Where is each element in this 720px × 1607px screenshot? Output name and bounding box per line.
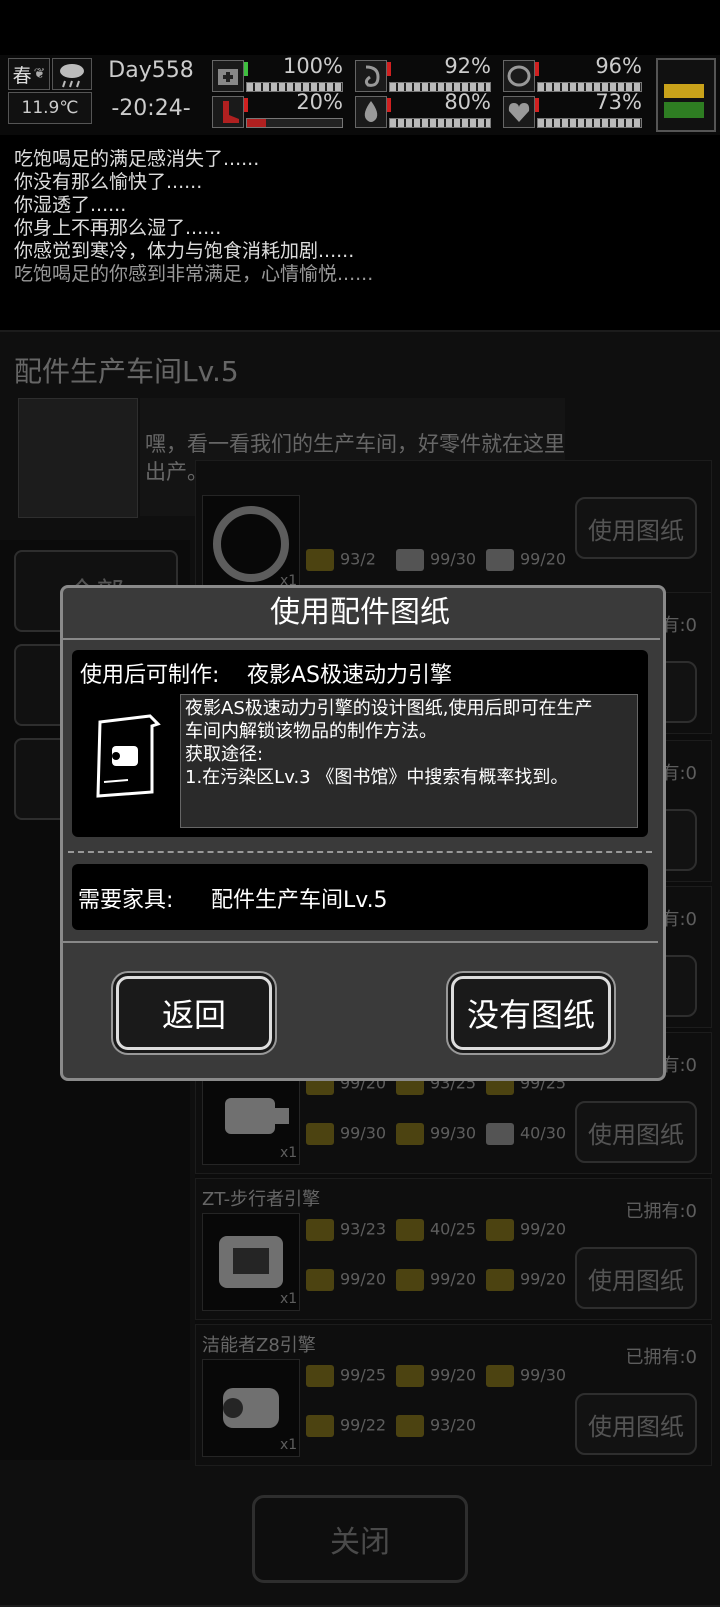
- heart-icon: [503, 96, 535, 128]
- pot-icon: [503, 60, 535, 92]
- log-line: 吃饱喝足的你感到非常满足，心情愉悦......: [14, 263, 374, 285]
- blueprint-description: 夜影AS极速动力引擎的设计图纸,使用后即可在生产 车间内解锁该物品的制作方法。 …: [180, 694, 638, 828]
- leaf-icon: ❦: [33, 66, 46, 82]
- medkit-icon: [212, 60, 244, 92]
- stamina-value: 20%: [296, 90, 343, 114]
- down-arrow-icon: [244, 98, 248, 112]
- modal-divider: [62, 941, 658, 943]
- back-button[interactable]: 返回: [116, 976, 272, 1050]
- description-line: 1.在污染区Lv.3 《图书馆》中搜索有概率找到。: [185, 767, 569, 788]
- modal-title: 使用配件图纸: [60, 588, 660, 640]
- game-clock: -20:24-: [111, 96, 191, 121]
- no-blueprint-button[interactable]: 没有图纸: [451, 976, 611, 1050]
- blueprint-scroll-icon: [92, 712, 164, 800]
- season-indicator: 春 ❦: [8, 58, 50, 90]
- health-value: 100%: [282, 54, 343, 78]
- day-counter: Day558: [108, 58, 194, 83]
- description-line: 获取途径:: [185, 744, 264, 765]
- mood-meter: 96%: [503, 54, 646, 92]
- down-arrow-icon: [387, 98, 391, 112]
- water-drop-icon: [355, 96, 387, 128]
- required-furniture-label: 需要家具:: [78, 888, 174, 913]
- dashed-divider: [68, 851, 652, 853]
- down-arrow-icon: [387, 62, 391, 76]
- heart-meter: 73%: [503, 90, 646, 128]
- heart-bar: [537, 118, 642, 128]
- thirst-value: 80%: [444, 90, 491, 114]
- produce-label: 使用后可制作:: [80, 663, 220, 688]
- up-arrow-icon: [244, 62, 248, 76]
- stamina-bar: [246, 118, 343, 128]
- temperature-readout: 11.9℃: [8, 92, 92, 124]
- log-line: 你湿透了......: [14, 194, 127, 216]
- log-line: 你感觉到寒冷，体力与饱食消耗加剧......: [14, 240, 355, 262]
- message-log: 吃饱喝足的满足感消失了...... 你没有那么愉快了...... 你湿透了...…: [14, 148, 614, 286]
- log-line: 吃饱喝足的满足感消失了......: [14, 148, 260, 170]
- hunger-meter: 92%: [355, 54, 495, 92]
- down-arrow-icon: [535, 62, 539, 76]
- cloud-rain-icon: [52, 58, 92, 90]
- stamina-meter: 20%: [212, 90, 347, 128]
- thirst-meter: 80%: [355, 90, 495, 128]
- battery-icon: [656, 58, 716, 132]
- down-arrow-icon: [535, 98, 539, 112]
- log-line: 你没有那么愉快了......: [14, 171, 203, 193]
- season-label: 春: [12, 64, 32, 87]
- stomach-icon: [355, 60, 387, 92]
- mood-value: 96%: [595, 54, 642, 78]
- description-line: 车间内解锁该物品的制作方法。: [185, 721, 437, 742]
- boot-icon: [212, 96, 244, 128]
- log-line: 你身上不再那么湿了......: [14, 217, 222, 239]
- description-line: 夜影AS极速动力引擎的设计图纸,使用后即可在生产: [185, 698, 593, 719]
- heart-value: 73%: [595, 90, 642, 114]
- produce-target: 夜影AS极速动力引擎: [247, 663, 453, 688]
- thirst-bar: [389, 118, 491, 128]
- hunger-value: 92%: [444, 54, 491, 78]
- required-furniture-value: 配件生产车间Lv.5: [211, 888, 388, 913]
- health-meter: 100%: [212, 54, 347, 92]
